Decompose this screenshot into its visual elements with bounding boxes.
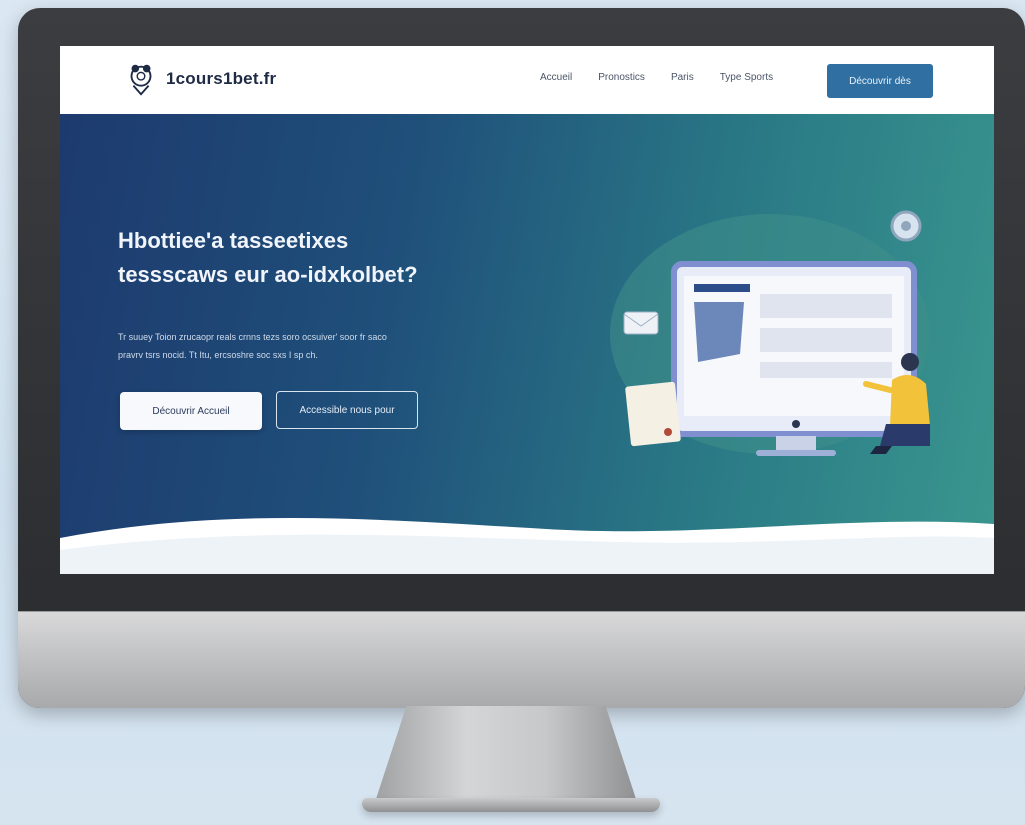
site-navbar: 1cours1bet.fr Accueil Pronostics Paris T…	[60, 46, 994, 115]
monitor-frame: 1cours1bet.fr Accueil Pronostics Paris T…	[18, 8, 1025, 708]
monitor-stand	[375, 706, 637, 802]
hero-description: Tr suuey Toion zrucaopr reals crnns tezs…	[118, 328, 518, 364]
monitor-base	[362, 798, 660, 812]
hero-description-line-2: pravrv tsrs nocid. Tt Itu, ercsoshre soc…	[118, 350, 318, 360]
envelope-icon	[623, 311, 659, 335]
nav-link-pronostics[interactable]: Pronostics	[598, 72, 645, 83]
logo-icon	[130, 64, 152, 96]
site-logo[interactable]: 1cours1bet.fr	[122, 60, 276, 98]
hero-title: Hbottiee'a tasseetixes tessscaws eur ao-…	[118, 224, 538, 292]
logo-text: 1cours1bet.fr	[166, 69, 277, 88]
hero-primary-button[interactable]: Découvrir Accueil	[120, 392, 262, 430]
monitor-chin	[18, 611, 1025, 708]
hero-title-line-1: Hbottiee'a tasseetixes	[118, 228, 349, 253]
nav-link-type-sports[interactable]: Type Sports	[720, 72, 773, 83]
hero-secondary-button[interactable]: Accessible nous pour	[276, 391, 418, 429]
nav-cta-button[interactable]: Découvrir dès	[827, 64, 933, 98]
paper-icon	[625, 381, 681, 447]
browser-screen: 1cours1bet.fr Accueil Pronostics Paris T…	[60, 46, 994, 574]
hero-title-line-2: tessscaws eur ao-idxkolbet?	[118, 262, 418, 287]
person-head	[901, 353, 919, 371]
nav-links: Accueil Pronostics Paris Type Sports	[540, 72, 773, 83]
person-body	[890, 374, 930, 426]
nav-link-accueil[interactable]: Accueil	[540, 72, 572, 83]
hero-wave	[60, 518, 994, 574]
hero-illustration	[610, 210, 930, 456]
hero-section: Hbottiee'a tasseetixes tessscaws eur ao-…	[60, 114, 994, 574]
hero-description-line-1: Tr suuey Toion zrucaopr reals crnns tezs…	[118, 332, 387, 342]
nav-link-paris[interactable]: Paris	[671, 72, 694, 83]
